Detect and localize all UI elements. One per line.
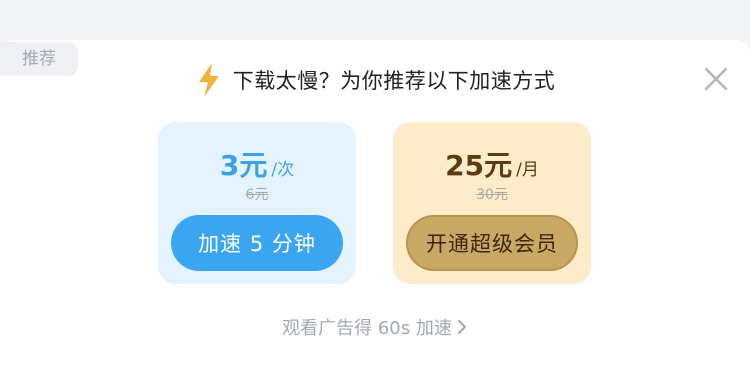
price-amount: 25元 [445,149,513,182]
original-price-value: 30元 [476,187,508,203]
chevron-right-icon [457,320,466,334]
original-price: 6元 [158,184,356,204]
price-unit: /次 [271,160,295,180]
pay-per-use-card[interactable]: 3元 /次 6元 加速 5 分钟 [158,122,356,284]
price: 3元 /次 [158,144,356,184]
close-icon [704,67,728,91]
price: 25元 /月 [393,144,591,184]
accelerate-sheet: 推荐 下载太慢？为你推荐以下加速方式 3元 /次 6元 加速 5 分钟 25元 … [0,0,750,391]
lightning-icon [198,63,219,97]
open-super-member-button[interactable]: 开通超级会员 [406,215,578,271]
watch-ad-link[interactable]: 观看广告得 60s 加速 [0,312,750,342]
super-member-card[interactable]: 25元 /月 30元 开通超级会员 [393,122,591,284]
accelerate-5min-button[interactable]: 加速 5 分钟 [171,215,343,271]
watch-ad-label: 观看广告得 60s 加速 [282,318,452,339]
price-amount: 3元 [219,149,268,182]
sheet-header: 下载太慢？为你推荐以下加速方式 [0,58,750,102]
original-price: 30元 [393,184,591,204]
original-price-value: 6元 [245,187,269,203]
sheet-title: 下载太慢？为你推荐以下加速方式 [232,69,556,93]
close-button[interactable] [702,65,730,93]
top-strip [0,0,750,40]
price-unit: /月 [516,160,539,180]
